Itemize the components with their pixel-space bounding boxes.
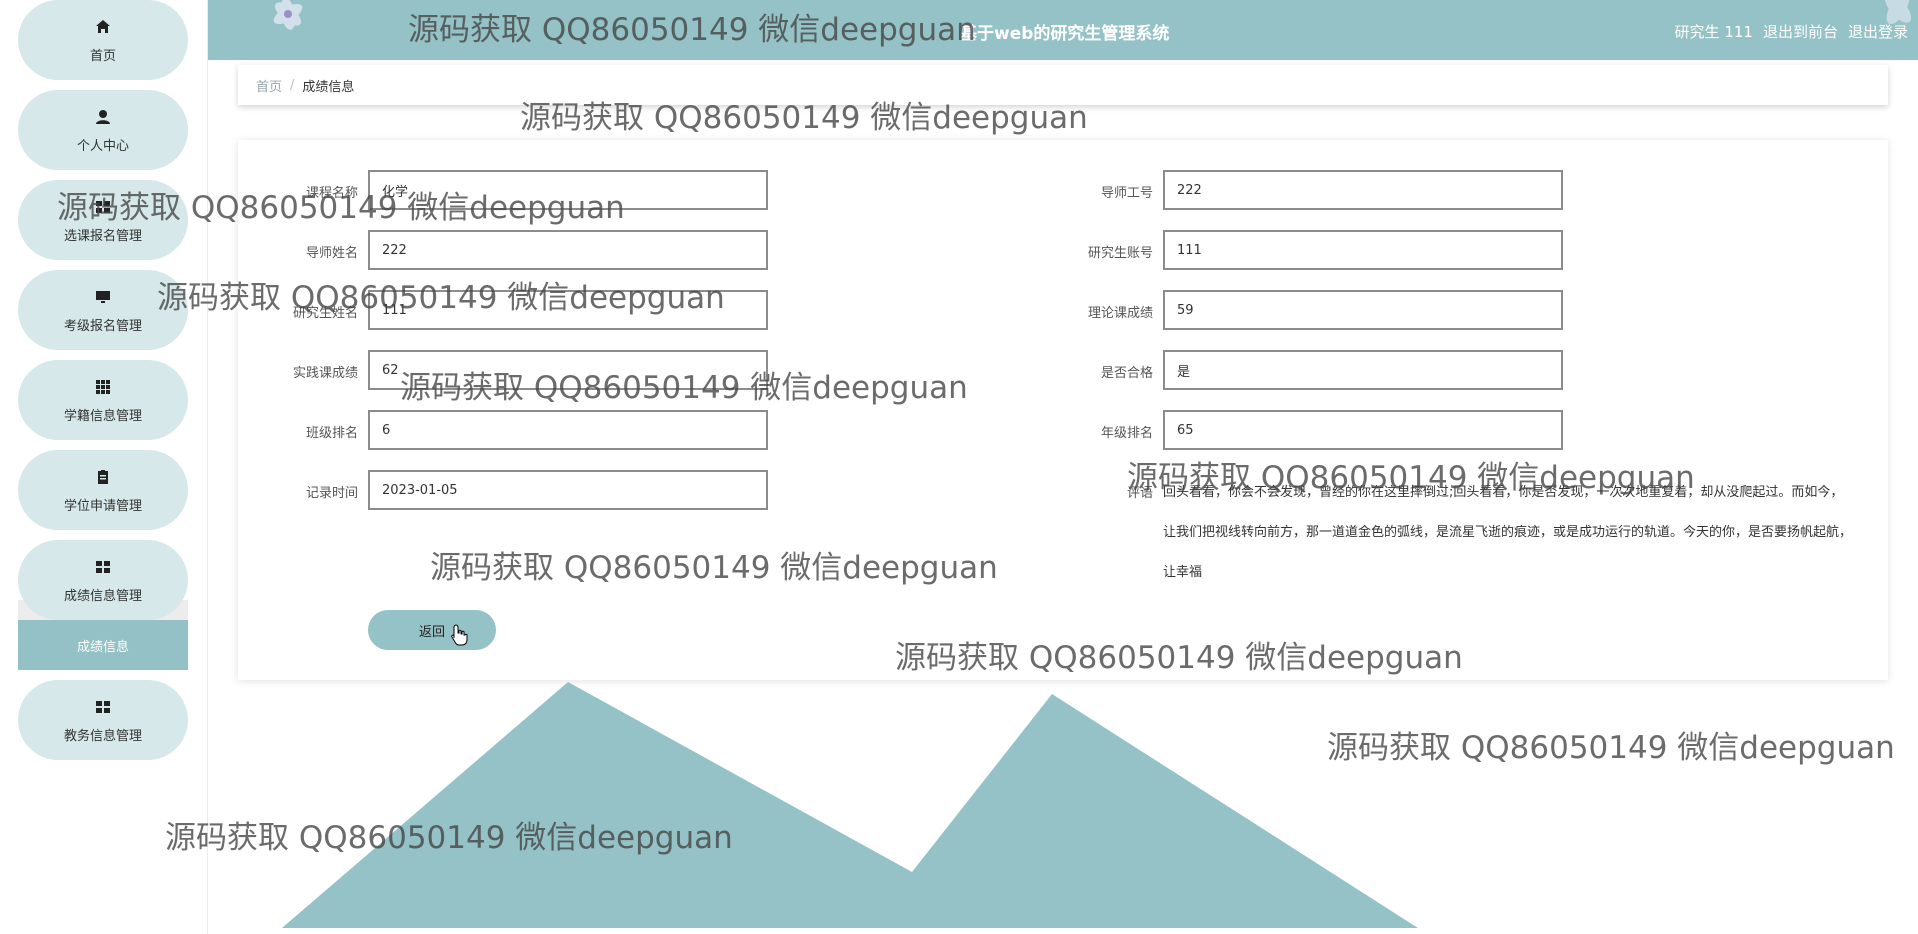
sidebar-item-exam-enrollment[interactable]: 考级报名管理 [18,270,188,350]
sidebar-item-academic-affairs[interactable]: 教务信息管理 [18,680,188,760]
clipboard-icon [93,467,113,487]
sidebar-item-personal-center[interactable]: 个人中心 [18,90,188,170]
student-account-field[interactable]: 111 [1163,230,1563,270]
submenu-item-score-info[interactable]: 成绩信息 [18,620,188,670]
sidebar-item-student-status[interactable]: 学籍信息管理 [18,360,188,440]
grid-icon [93,557,113,577]
comment-label: 评语 [1126,486,1153,501]
student-name-label: 研究生姓名 [292,306,358,321]
breadcrumb: 首页 / 成绩信息 [238,65,1888,105]
back-button[interactable]: 返回 [368,610,496,650]
user-icon [93,107,113,127]
teacher-name-label: 导师姓名 [305,246,358,261]
breadcrumb-current: 成绩信息 [302,79,355,95]
monitor-icon [93,287,113,307]
passed-field[interactable]: 是 [1163,350,1563,390]
home-icon [93,17,113,37]
breadcrumb-home[interactable]: 首页 [256,76,282,95]
grade-rank-label: 年级排名 [1100,426,1153,441]
exit-to-frontend-link[interactable]: 退出到前台 [1763,21,1838,42]
sidebar-item-label: 首页 [89,48,116,64]
apps-icon [93,377,113,397]
sidebar-item-degree-application[interactable]: 学位申请管理 [18,450,188,530]
score-detail-form: 课程名称 化学 导师姓名 222 研究生姓名 111 实践课成绩 62 班级排名… [238,140,1888,680]
breadcrumb-separator: / [290,77,295,93]
grade-rank-field[interactable]: 65 [1163,410,1563,450]
record-time-field[interactable]: 2023-01-05 [368,470,768,510]
user-role-and-name: 研究生 111 [1675,21,1753,42]
course-name-label: 课程名称 [305,186,358,201]
sidebar-item-label: 学位申请管理 [63,498,142,514]
grid-icon [93,697,113,717]
course-name-field[interactable]: 化学 [368,170,768,210]
app-title: 基于web的研究生管理系统 [960,24,1170,44]
hand-cursor-icon [451,624,468,646]
sidebar-item-label: 学籍信息管理 [63,408,142,424]
sidebar-item-score-management[interactable]: 成绩信息管理 [18,540,188,620]
student-name-field[interactable]: 111 [368,290,768,330]
logout-link[interactable]: 退出登录 [1848,21,1908,42]
record-time-label: 记录时间 [305,486,358,501]
theory-score-field[interactable]: 59 [1163,290,1563,330]
passed-label: 是否合格 [1100,366,1153,381]
practice-score-label: 实践课成绩 [292,366,358,381]
sidebar-item-label: 个人中心 [76,138,129,154]
sidebar-item-label: 教务信息管理 [63,728,142,744]
class-rank-field[interactable]: 6 [368,410,768,450]
sidebar-item-home[interactable]: 首页 [18,0,188,80]
user-area: 研究生 111 退出到前台 退出登录 [1675,21,1908,42]
top-header: 基于web的研究生管理系统 研究生 111 退出到前台 退出登录 [208,0,1918,60]
teacher-id-field[interactable]: 222 [1163,170,1563,210]
student-account-label: 研究生账号 [1087,246,1153,261]
sidebar-item-label: 成绩信息管理 [63,588,142,604]
mountain-background-decoration [282,682,1418,928]
sidebar: 首页 个人中心 选课报名管理 考级报名管理 学籍信息管理 学位申请管理 成绩信息… [0,0,208,934]
teacher-id-label: 导师工号 [1100,186,1153,201]
comment-text: 回头看看，你会不会发现，曾经的你在这里摔倒过;回头看看，你是否发现，一次次地重复… [1163,485,1853,580]
theory-score-label: 理论课成绩 [1087,306,1153,321]
class-rank-label: 班级排名 [305,426,358,441]
grid-icon [93,197,113,217]
user-role: 研究生 [1674,23,1720,41]
sidebar-item-course-enrollment[interactable]: 选课报名管理 [18,180,188,260]
sidebar-item-label: 选课报名管理 [63,228,142,244]
practice-score-field[interactable]: 62 [368,350,768,390]
flower-decoration-icon [273,0,303,30]
teacher-name-field[interactable]: 222 [368,230,768,270]
sidebar-item-label: 考级报名管理 [63,318,142,334]
user-name: 111 [1724,23,1753,41]
